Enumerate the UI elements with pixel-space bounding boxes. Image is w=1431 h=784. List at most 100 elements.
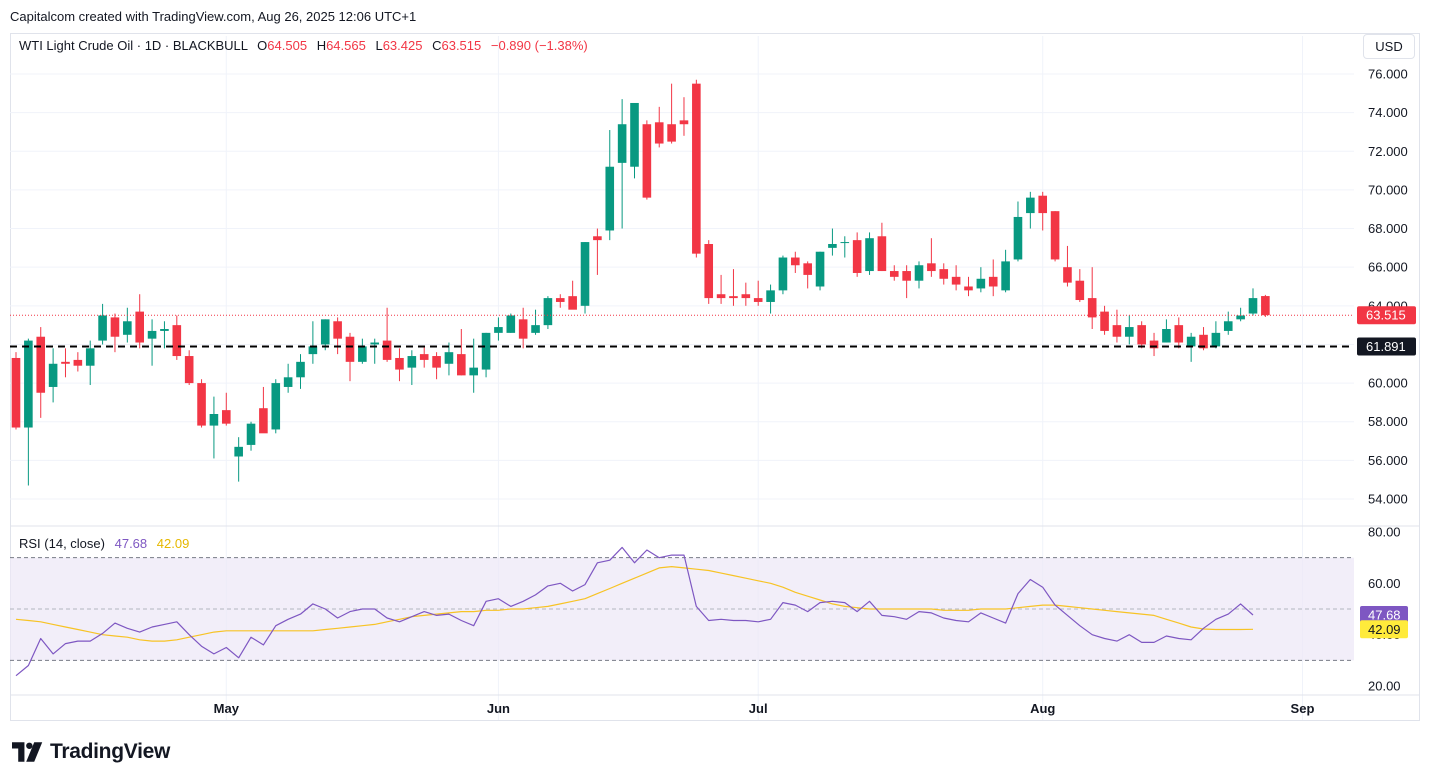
candle-body: [716, 294, 726, 299]
candle-body: [976, 278, 986, 289]
candle-body: [197, 383, 206, 426]
candle-body: [407, 356, 417, 368]
candle-body: [1038, 195, 1048, 214]
candle: [481, 332, 491, 378]
candle-body: [209, 414, 219, 426]
candle: [815, 251, 825, 291]
candle: [209, 396, 219, 459]
candle: [506, 313, 516, 333]
candle: [246, 421, 256, 451]
tradingview-brand[interactable]: TradingView: [12, 740, 170, 764]
candle: [865, 232, 874, 275]
candle-body: [1174, 325, 1184, 343]
price-axis-tick-label: 56.000: [1368, 453, 1408, 468]
rsi-axis-tick-label: 20.00: [1368, 679, 1401, 694]
candle-body: [494, 327, 503, 333]
candle: [1162, 319, 1171, 343]
candle-body: [382, 340, 392, 360]
candle-body: [939, 269, 949, 279]
candle-body: [654, 122, 664, 144]
candle-body: [753, 298, 763, 302]
candle: [518, 307, 528, 349]
candle: [729, 269, 738, 306]
candle: [568, 280, 577, 310]
candle-body: [1223, 321, 1233, 331]
candle: [642, 120, 652, 200]
candle-body: [531, 325, 540, 333]
price-axis-tick-label: 58.000: [1368, 414, 1408, 429]
candle-body: [469, 367, 478, 376]
chart-canvas[interactable]: 54.00056.00058.00060.00062.00064.00066.0…: [0, 0, 1431, 784]
candle: [852, 232, 862, 277]
candle: [976, 267, 986, 293]
candle-body: [36, 336, 46, 393]
candle: [197, 379, 206, 428]
time-axis-tick-label: Jul: [749, 701, 768, 716]
candle: [382, 307, 392, 362]
candle: [1026, 191, 1035, 229]
candle: [1050, 211, 1060, 262]
candle: [580, 242, 590, 314]
candle: [48, 348, 58, 403]
candle-body: [395, 357, 404, 370]
rsi-ma-value: 42.09: [156, 536, 190, 551]
candle-body: [320, 319, 330, 345]
candle-body: [679, 120, 689, 125]
candle-body: [828, 244, 837, 248]
candle: [778, 255, 788, 295]
candle-body: [568, 296, 577, 310]
rsi-axis-tick-label: 80.00: [1368, 525, 1401, 540]
candle-body: [506, 315, 516, 333]
candle: [184, 350, 194, 386]
support-line-label: 61.891: [1366, 339, 1406, 354]
rsi-value: 47.68: [114, 536, 148, 551]
candle: [617, 99, 627, 229]
candle: [283, 363, 293, 393]
candle-body: [135, 311, 144, 343]
candle: [135, 294, 144, 349]
candle-body: [914, 265, 924, 281]
candle: [753, 280, 763, 306]
candle: [296, 354, 305, 389]
candle: [358, 338, 367, 364]
rsi-legend: RSI (14, close) 47.68 42.09: [19, 536, 189, 551]
candle: [964, 276, 973, 297]
candle: [1013, 201, 1023, 262]
candle: [1137, 321, 1146, 349]
candle-body: [593, 236, 602, 241]
candle-body: [840, 242, 850, 244]
close-value: 63.515: [441, 38, 482, 53]
candle-body: [160, 329, 169, 331]
candle: [172, 315, 182, 360]
candle-body: [988, 276, 998, 287]
currency-button[interactable]: USD: [1363, 34, 1415, 59]
candle-body: [345, 336, 355, 362]
candle-body: [1100, 311, 1109, 331]
rsi-title[interactable]: RSI (14, close): [19, 536, 105, 551]
candle-body: [246, 423, 256, 445]
candle-body: [815, 251, 825, 287]
candle-body: [1075, 280, 1085, 301]
candle: [1038, 191, 1048, 231]
candle: [593, 228, 602, 275]
candle-body: [642, 124, 652, 198]
change-value: −0.890 (−1.38%): [490, 38, 588, 53]
candle: [939, 263, 949, 285]
candle-body: [259, 408, 268, 434]
candle-body: [605, 166, 615, 231]
candle-body: [877, 236, 887, 272]
candle: [704, 240, 714, 304]
candle: [531, 309, 540, 335]
candle-body: [927, 263, 936, 272]
candle: [24, 338, 33, 486]
candle-body: [172, 325, 182, 357]
tradingview-logo-icon: [12, 742, 43, 762]
candle: [11, 352, 21, 430]
time-axis-tick-label: Jun: [487, 701, 510, 716]
candle-body: [221, 410, 231, 424]
candle-body: [1137, 325, 1146, 345]
candle: [741, 282, 751, 306]
candle-body: [518, 319, 528, 339]
symbol-label[interactable]: WTI Light Crude Oil · 1D · BLACKBULL: [19, 38, 248, 53]
candle: [630, 102, 639, 179]
